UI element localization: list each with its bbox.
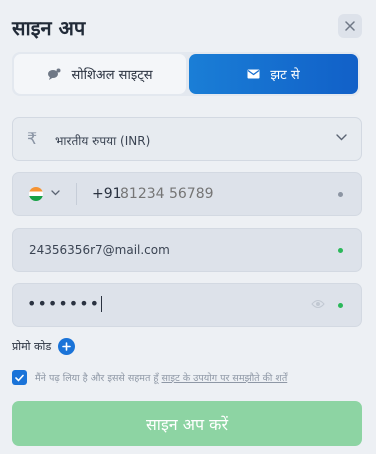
close-icon [345, 21, 355, 31]
chevron-down-icon [336, 134, 347, 141]
password-valid-dot [338, 303, 343, 308]
check-icon [15, 374, 24, 382]
phone-status-dot [338, 192, 343, 197]
password-value: ••••••• [27, 294, 103, 313]
email-valid-dot [338, 248, 343, 253]
modal-header: साइन अप [12, 12, 362, 44]
currency-select[interactable]: ₹ भारतीय रुपया (INR) [12, 117, 362, 161]
india-flag-icon[interactable] [29, 187, 43, 201]
terms-checkbox[interactable] [12, 370, 27, 385]
close-button[interactable] [338, 14, 362, 38]
signup-submit-button[interactable]: साइन अप करें [12, 401, 362, 446]
country-code: +91 [92, 186, 122, 202]
tab-quick-label: झट से [270, 68, 300, 83]
add-promo-button[interactable] [58, 337, 76, 355]
eye-icon[interactable] [311, 299, 325, 309]
phone-input[interactable] [120, 186, 300, 202]
chat-bubble-icon [47, 68, 61, 80]
envelope-icon [247, 69, 260, 79]
tab-social-sites[interactable]: सोशिअल साइट्स [14, 54, 186, 94]
terms-link[interactable]: साइट के उपयोग पर समझौते की शर्तें [162, 373, 288, 384]
currency-value: भारतीय रुपया (INR) [55, 134, 151, 148]
promo-code-label: प्रोमो कोड [12, 339, 52, 353]
terms-row: मैंने पढ़ लिया है और इससे सहमत हूँ साइट … [12, 369, 362, 387]
field-divider [76, 183, 77, 205]
tab-social-label: सोशिअल साइट्स [71, 68, 153, 83]
phone-field: +91 [12, 172, 362, 216]
promo-code-row: प्रोमो कोड [12, 337, 76, 355]
email-field[interactable]: 24356356r7@mail.com [12, 228, 362, 272]
plus-icon [62, 341, 72, 351]
country-chevron-down-icon[interactable] [51, 190, 60, 196]
email-value: 24356356r7@mail.com [29, 243, 170, 257]
terms-text: मैंने पढ़ लिया है और इससे सहमत हूँ साइट … [35, 373, 288, 384]
page-title: साइन अप [12, 16, 86, 40]
rupee-icon: ₹ [27, 129, 38, 148]
signup-method-tabs: सोशिअल साइट्स झट से [12, 52, 360, 96]
tab-quick[interactable]: झट से [189, 54, 358, 94]
password-field[interactable]: ••••••• [12, 283, 362, 327]
